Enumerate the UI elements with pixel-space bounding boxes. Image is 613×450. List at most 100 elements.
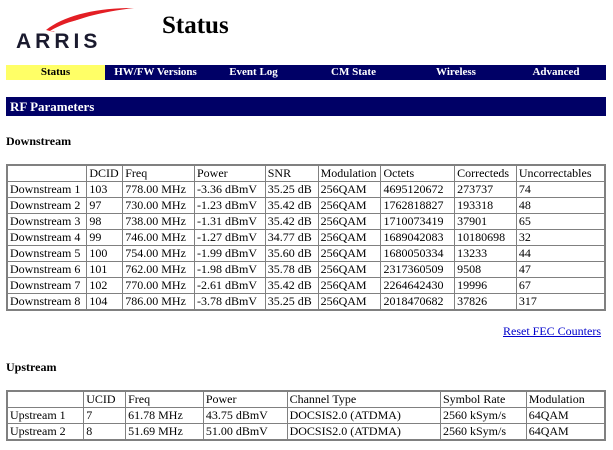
table-cell: DOCSIS2.0 (ATDMA) — [286, 423, 442, 441]
table-cell: -3.78 dBmV — [193, 293, 266, 311]
table-cell: 2560 kSym/s — [440, 407, 527, 424]
logo-text: ARRIS — [16, 30, 102, 53]
table-cell: 256QAM — [317, 245, 382, 262]
table-cell: 762.00 MHz — [122, 261, 195, 278]
table-cell: -3.36 dBmV — [193, 181, 266, 198]
table-cell: 99 — [86, 229, 124, 246]
table-cell: 35.60 dB — [264, 245, 319, 262]
table-row: Downstream 7 102 770.00 MHz -2.61 dBmV 35.42… — [6, 277, 606, 294]
table-cell: 51.69 MHz — [125, 423, 204, 441]
table-cell: -1.98 dBmV — [193, 261, 266, 278]
table-row: Downstream 2 97 730.00 MHz -1.23 dBmV 35.42 … — [6, 197, 606, 214]
table-cell: 2264642430 — [380, 277, 456, 294]
tab-wireless[interactable]: Wireless — [406, 65, 506, 80]
table-cell: 98 — [86, 213, 124, 230]
page-title: Status — [162, 12, 229, 39]
table-cell: 256QAM — [317, 293, 382, 311]
table-cell: 1680050334 — [380, 245, 456, 262]
table-cell: 102 — [86, 277, 124, 294]
column-header: SNR — [264, 164, 319, 182]
table-cell: 10180698 — [454, 229, 517, 246]
column-header: Channel Type — [286, 390, 442, 408]
table-cell: 13233 — [454, 245, 517, 262]
table-cell: 2018470682 — [380, 293, 456, 311]
column-header: Symbol Rate — [440, 390, 527, 408]
table-row: Downstream 1 103 778.00 MHz -3.36 dBmV 35.25… — [6, 181, 606, 198]
column-header: Modulation — [317, 164, 382, 182]
downstream-table: DCID Freq Power SNR Modulation Octets Correcte… — [6, 164, 606, 311]
table-cell: 64QAM — [525, 407, 606, 424]
column-header: DCID — [86, 164, 124, 182]
table-cell: 65 — [515, 213, 606, 230]
upstream-heading: Upstream — [6, 360, 57, 374]
tab-event-log[interactable]: Event Log — [206, 65, 301, 80]
column-header — [6, 390, 85, 408]
table-cell: 44 — [515, 245, 606, 262]
table-cell: 37901 — [454, 213, 517, 230]
table-cell: -1.31 dBmV — [193, 213, 266, 230]
table-row: Upstream 2 8 51.69 MHz 51.00 dBmV DOCSIS2.0 … — [6, 423, 606, 441]
rf-parameters-header: RF Parameters — [6, 97, 606, 116]
column-header: UCID — [83, 390, 127, 408]
table-cell: 1762818827 — [380, 197, 456, 214]
table-header-row: DCID Freq Power SNR Modulation Octets Correcte… — [6, 164, 606, 182]
nav-bar: Status HW/FW Versions Event Log CM State… — [6, 65, 606, 80]
table-cell: 256QAM — [317, 261, 382, 278]
table-cell: 51.00 dBmV — [202, 423, 288, 441]
table-cell: 786.00 MHz — [122, 293, 195, 311]
table-cell: 1710073419 — [380, 213, 456, 230]
table-cell: 34.77 dB — [264, 229, 319, 246]
table-row: Downstream 6 101 762.00 MHz -1.98 dBmV 35.78… — [6, 261, 606, 278]
row-label: Downstream 6 — [6, 261, 88, 278]
row-label: Downstream 1 — [6, 181, 88, 198]
table-cell: 64QAM — [525, 423, 606, 441]
row-label: Upstream 1 — [6, 407, 85, 424]
row-label: Downstream 3 — [6, 213, 88, 230]
table-cell: 770.00 MHz — [122, 277, 195, 294]
row-label: Downstream 5 — [6, 245, 88, 262]
reset-fec-counters-link[interactable]: Reset FEC Counters — [503, 324, 601, 339]
table-cell: 273737 — [454, 181, 517, 198]
table-cell: 256QAM — [317, 229, 382, 246]
table-cell: 43.75 dBmV — [202, 407, 288, 424]
column-header: Correcteds — [454, 164, 517, 182]
tab-cm-state[interactable]: CM State — [301, 65, 406, 80]
page-header: ARRIS Status — [0, 0, 613, 60]
table-cell: 74 — [515, 181, 606, 198]
table-cell: 67 — [515, 277, 606, 294]
table-cell: 104 — [86, 293, 124, 311]
table-cell: 35.42 dB — [264, 213, 319, 230]
table-cell: 97 — [86, 197, 124, 214]
tab-hw-fw-versions[interactable]: HW/FW Versions — [105, 65, 206, 80]
table-row: Upstream 1 7 61.78 MHz 43.75 dBmV DOCSIS2.0 … — [6, 407, 606, 424]
table-cell: 35.78 dB — [264, 261, 319, 278]
table-cell: 256QAM — [317, 277, 382, 294]
table-cell: 19996 — [454, 277, 517, 294]
table-cell: DOCSIS2.0 (ATDMA) — [286, 407, 442, 424]
table-cell: 100 — [86, 245, 124, 262]
table-cell: 7 — [83, 407, 127, 424]
column-header: Freq — [125, 390, 204, 408]
table-row: Downstream 5 100 754.00 MHz -1.99 dBmV 35.60… — [6, 245, 606, 262]
row-label: Downstream 2 — [6, 197, 88, 214]
table-row: Downstream 3 98 738.00 MHz -1.31 dBmV 35.42 … — [6, 213, 606, 230]
tab-status[interactable]: Status — [6, 65, 105, 80]
upstream-table: UCID Freq Power Channel Type Symbol Rate Modu… — [6, 390, 606, 441]
column-header: Uncorrectables — [515, 164, 606, 182]
table-row: Downstream 8 104 786.00 MHz -3.78 dBmV 35.25… — [6, 293, 606, 311]
table-cell: 754.00 MHz — [122, 245, 195, 262]
table-header-row: UCID Freq Power Channel Type Symbol Rate Modu… — [6, 390, 606, 408]
table-cell: 256QAM — [317, 213, 382, 230]
logo-swoosh-icon — [46, 8, 134, 32]
tab-advanced[interactable]: Advanced — [506, 65, 606, 80]
table-cell: 35.25 dB — [264, 181, 319, 198]
row-label: Downstream 4 — [6, 229, 88, 246]
table-cell: 193318 — [454, 197, 517, 214]
row-label: Upstream 2 — [6, 423, 85, 441]
table-cell: 35.25 dB — [264, 293, 319, 311]
column-header: Power — [202, 390, 288, 408]
table-cell: 2560 kSym/s — [440, 423, 527, 441]
table-cell: 101 — [86, 261, 124, 278]
arris-logo: ARRIS — [16, 6, 136, 53]
table-cell: -1.27 dBmV — [193, 229, 266, 246]
